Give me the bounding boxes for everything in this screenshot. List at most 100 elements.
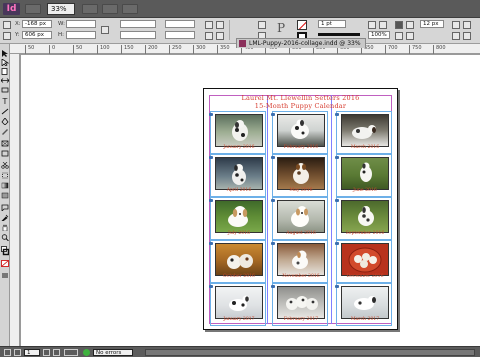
puppy-photo[interactable] bbox=[341, 243, 389, 276]
effects-icon[interactable] bbox=[379, 21, 387, 29]
reference-point-icon[interactable] bbox=[3, 21, 11, 29]
preflight-profile-icon[interactable] bbox=[64, 349, 78, 356]
select-container-icon[interactable] bbox=[258, 21, 266, 29]
puppy-photo[interactable] bbox=[215, 200, 263, 233]
pen-tool-icon[interactable] bbox=[1, 118, 9, 125]
arrange-documents-button[interactable] bbox=[122, 4, 138, 14]
calendar-cell-dec-2016[interactable]: December 2016 bbox=[335, 240, 392, 283]
line-tool-icon[interactable] bbox=[1, 108, 9, 115]
shear-field[interactable] bbox=[165, 31, 195, 39]
pencil-tool-icon[interactable] bbox=[1, 128, 9, 135]
free-transform-tool-icon[interactable] bbox=[1, 172, 9, 179]
calendar-cell-feb-2017[interactable]: February 2017 bbox=[271, 283, 328, 326]
fill-swatch[interactable] bbox=[297, 20, 307, 30]
puppy-photo[interactable] bbox=[277, 114, 325, 147]
scale-y-field[interactable] bbox=[120, 31, 156, 39]
calendar-title[interactable]: Laurel Mt. Llewellin Setters 2016 bbox=[204, 94, 397, 102]
page-number-field[interactable]: 1 bbox=[24, 349, 40, 356]
horizontal-scrollbar[interactable] bbox=[145, 349, 475, 356]
puppy-photo[interactable] bbox=[341, 114, 389, 147]
constrain-proportions-icon[interactable] bbox=[101, 26, 109, 34]
content-collector-icon[interactable] bbox=[1, 86, 9, 93]
vertical-ruler[interactable] bbox=[10, 54, 20, 346]
next-page-icon[interactable] bbox=[43, 349, 50, 356]
rotate-ccw-icon[interactable] bbox=[216, 21, 224, 29]
apply-none-icon[interactable] bbox=[1, 260, 9, 267]
calendar-cell-aug-2016[interactable]: August 2016 bbox=[271, 197, 328, 240]
puppy-photo[interactable] bbox=[277, 243, 325, 276]
calendar-cell-mar-2016[interactable]: March 2016 bbox=[335, 111, 392, 154]
height-field[interactable] bbox=[66, 31, 96, 39]
puppy-photo[interactable] bbox=[215, 243, 263, 276]
calendar-cell-may-2016[interactable]: May 2016 bbox=[271, 154, 328, 197]
paragraph-style-icon[interactable]: P bbox=[277, 21, 291, 35]
zoom-tool-icon[interactable] bbox=[1, 234, 9, 241]
preview-mode-icon[interactable] bbox=[1, 272, 9, 279]
fill-stroke-swatch-icon[interactable] bbox=[1, 246, 9, 256]
stroke-type-preview[interactable] bbox=[318, 33, 360, 36]
rectangle-tool-icon[interactable] bbox=[1, 150, 9, 157]
puppy-photo[interactable] bbox=[215, 157, 263, 190]
calendar-cell-feb-2016[interactable]: February 2016 bbox=[271, 111, 328, 154]
previous-page-icon[interactable] bbox=[14, 349, 21, 356]
y-position-field[interactable]: 606 px bbox=[22, 31, 52, 39]
wrap-bounding-box-icon[interactable] bbox=[406, 21, 414, 29]
calendar-cell-mar-2017[interactable]: March 2017 bbox=[335, 283, 392, 326]
calendar-cell-jul-2016[interactable]: July 2016 bbox=[209, 197, 266, 240]
last-page-icon[interactable] bbox=[53, 349, 60, 356]
rotation-field[interactable] bbox=[165, 20, 195, 28]
drop-shadow-icon[interactable] bbox=[368, 21, 376, 29]
fit-content-icon[interactable] bbox=[452, 32, 460, 40]
calendar-cell-jun-2016[interactable]: June 2016 bbox=[335, 154, 392, 197]
selection-tool-icon[interactable] bbox=[1, 50, 9, 57]
calendar-cell-nov-2016[interactable]: November 2016 bbox=[271, 240, 328, 283]
preflight-errors[interactable]: No errors bbox=[93, 349, 133, 356]
type-tool-icon[interactable]: T bbox=[1, 98, 9, 106]
rectangle-frame-tool-icon[interactable] bbox=[1, 140, 9, 147]
size-field[interactable]: 12 px bbox=[420, 20, 444, 28]
eyedropper-tool-icon[interactable] bbox=[1, 214, 9, 221]
gradient-feather-tool-icon[interactable] bbox=[1, 192, 9, 199]
puppy-photo[interactable] bbox=[215, 286, 263, 319]
calendar-cell-jan-2017[interactable]: January 2017 bbox=[209, 283, 266, 326]
wrap-none-icon[interactable] bbox=[395, 21, 403, 29]
scale-x-field[interactable] bbox=[120, 20, 156, 28]
frame-fitting-icon[interactable] bbox=[452, 21, 460, 29]
opacity-field[interactable]: 100% bbox=[368, 31, 390, 39]
center-content-icon[interactable] bbox=[463, 32, 471, 40]
width-field[interactable] bbox=[66, 20, 96, 28]
note-tool-icon[interactable] bbox=[1, 204, 9, 211]
zoom-level-field[interactable]: 33% bbox=[47, 3, 75, 15]
scissors-tool-icon[interactable] bbox=[1, 162, 9, 169]
rotate-cw-icon[interactable] bbox=[205, 21, 213, 29]
document-tab[interactable]: LML-Puppy-2016-collage.indd @ 33% bbox=[236, 38, 366, 48]
puppy-photo[interactable] bbox=[277, 200, 325, 233]
puppy-photo[interactable] bbox=[277, 286, 325, 319]
calendar-cell-apr-2016[interactable]: April 2016 bbox=[209, 154, 266, 197]
puppy-photo[interactable] bbox=[341, 286, 389, 319]
calendar-cell-oct-2016[interactable]: October 2016 bbox=[209, 240, 266, 283]
x-position-field[interactable]: -168 px bbox=[22, 20, 52, 28]
gap-tool-icon[interactable] bbox=[1, 77, 9, 84]
wrap-jump-object-icon[interactable] bbox=[406, 32, 414, 40]
stroke-weight-field[interactable]: 1 pt bbox=[318, 20, 346, 28]
page-tool-icon[interactable] bbox=[1, 68, 9, 75]
wrap-object-shape-icon[interactable] bbox=[395, 32, 403, 40]
flip-horizontal-icon[interactable] bbox=[205, 32, 213, 40]
puppy-photo[interactable] bbox=[341, 200, 389, 233]
document-tab-close-icon[interactable] bbox=[239, 40, 246, 47]
gradient-swatch-tool-icon[interactable] bbox=[1, 182, 9, 189]
fill-frame-icon[interactable] bbox=[463, 21, 471, 29]
calendar-cell-sep-2016[interactable]: September 2016 bbox=[335, 197, 392, 240]
calendar-subtitle[interactable]: 15-Month Puppy Calendar bbox=[204, 102, 397, 110]
first-page-icon[interactable] bbox=[4, 349, 11, 356]
puppy-photo[interactable] bbox=[341, 157, 389, 190]
puppy-photo[interactable] bbox=[215, 114, 263, 147]
bridge-button[interactable] bbox=[25, 4, 41, 14]
reference-point-grid-icon[interactable] bbox=[3, 32, 11, 40]
view-options-button[interactable] bbox=[82, 4, 98, 14]
flip-vertical-icon[interactable] bbox=[216, 32, 224, 40]
calendar-cell-jan-2016[interactable]: January 2016 bbox=[209, 111, 266, 154]
puppy-photo[interactable] bbox=[277, 157, 325, 190]
direct-selection-tool-icon[interactable] bbox=[1, 59, 9, 66]
